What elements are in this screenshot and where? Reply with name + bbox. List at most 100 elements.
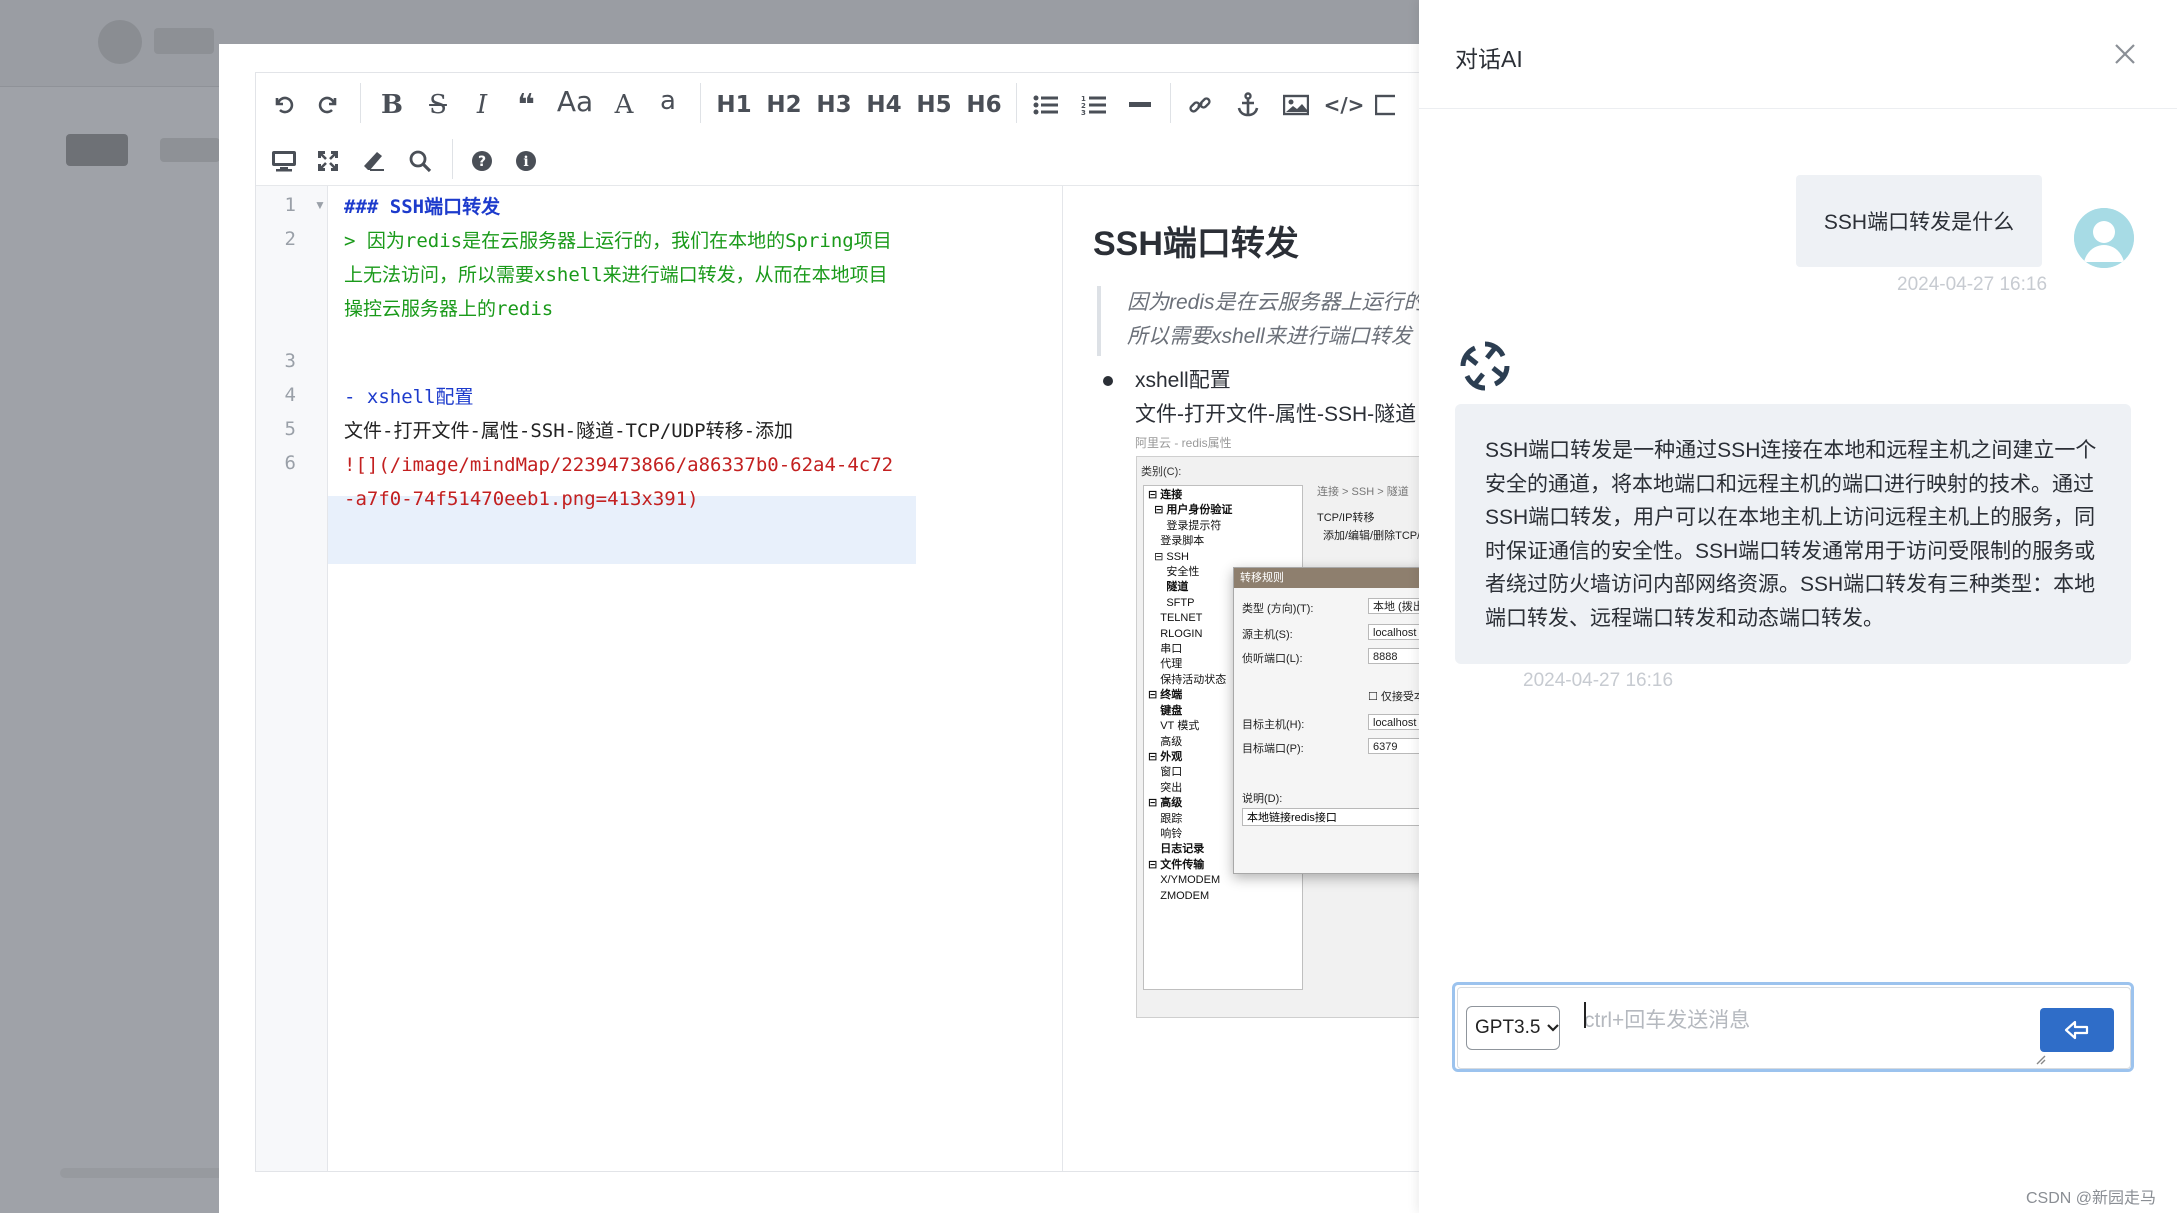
resize-handle-icon[interactable] (2034, 1052, 2046, 1065)
help-icon[interactable]: ? (464, 141, 500, 181)
table-icon[interactable] (1370, 85, 1400, 125)
user-message-time: 2024-04-27 16:16 (1897, 274, 2048, 295)
preview-list-text: 文件-打开文件-属性-SSH-隧道 (1135, 403, 1417, 426)
strikethrough-icon[interactable]: S (420, 85, 456, 125)
description-value: 本地链接redis接口 (1242, 808, 1420, 826)
svg-text:?: ? (478, 154, 486, 170)
ai-message-bubble: SSH端口转发是一种通过SSH连接在本地和远程主机之间建立一个安全的通道，将本地… (1455, 404, 2131, 664)
lowercase-icon[interactable]: a (650, 81, 686, 121)
svg-text:3: 3 (1081, 109, 1086, 116)
code-editor[interactable]: ### SSH端口转发 > 因为redis是在云服务器上运行的，我们在本地的Sp… (328, 186, 916, 1171)
listen-port-value: 8888 (1368, 648, 1420, 664)
line-number: 2 (284, 228, 296, 250)
tcp-forward-label: TCP/IP转移 (1317, 512, 1375, 524)
category-tree-item: 登录提示符 (1148, 519, 1222, 532)
preview-image-caption: 阿里云 - redis属性 (1135, 436, 1232, 450)
undo-icon[interactable] (266, 85, 302, 125)
fullscreen-icon[interactable] (310, 141, 346, 181)
preview-image: 类别(C): ⊟ 连接 ⊟ 用户身份验证 登录提示符 登录脚本 ⊟ SSH 安全… (1136, 456, 1420, 1018)
category-tree-item: 登录脚本 (1148, 535, 1205, 548)
category-tree-item: X/YMODEM (1148, 874, 1221, 887)
chevron-down-icon (1546, 1020, 1560, 1036)
anchor-icon[interactable] (1230, 85, 1266, 125)
chat-message-input[interactable] (1576, 990, 2016, 1062)
csdn-watermark: CSDN @新园走马 (2026, 1190, 2157, 1207)
toolbar-separator (452, 139, 453, 179)
tcp-forward-desc: 添加/编辑/删除TCP/ (1323, 530, 1420, 542)
category-tree-item: ⊟ 连接 (1148, 489, 1183, 501)
code-image-url: (/image/mindMap/2239473866/a86337b0-62a4… (344, 454, 894, 510)
ai-message-time: 2024-04-27 16:16 (1523, 670, 1674, 691)
chat-input-box: GPT3.5 (1457, 987, 2131, 1069)
uppercase-icon[interactable]: A (606, 85, 642, 125)
user-message-bubble: SSH端口转发是什么 (1796, 175, 2042, 267)
code-icon[interactable]: </> (1324, 85, 1365, 125)
category-label: 类别(C): (1141, 466, 1182, 478)
line-number: 3 (284, 350, 296, 372)
ai-logo-icon (1455, 336, 1515, 396)
code-line-image: ![](/image/mindMap/2239473866/a86337b0-6… (344, 448, 904, 516)
redo-icon[interactable] (310, 85, 346, 125)
h5-button[interactable]: H5 (912, 85, 956, 125)
horizontal-rule-icon[interactable] (1122, 85, 1158, 125)
category-tree-item: ZMODEM (1148, 889, 1210, 902)
h6-button[interactable]: H6 (962, 85, 1006, 125)
quote-icon[interactable]: ❝ (508, 85, 544, 125)
line-number: 6 (284, 452, 296, 474)
toolbar-separator (360, 83, 361, 123)
ai-chat-drawer: 对话AI SSH端口转发是什么 2024-04-27 16:16 SSH端口转发… (1419, 0, 2177, 1213)
target-host-label: 目标主机(H): (1242, 719, 1305, 731)
category-tree-item: ⊟ 用户身份验证 (1148, 504, 1233, 517)
model-select-value: GPT3.5 (1475, 1017, 1541, 1038)
image-icon[interactable] (1278, 85, 1314, 125)
preview-heading: SSH端口转发 (1093, 225, 1299, 263)
drawer-title: 对话AI (1455, 46, 1523, 72)
app-logo-text (154, 28, 214, 54)
code-line-heading: ### SSH端口转发 (344, 196, 501, 218)
editor-toolbar: B S I ❝ Aa A a H1 H2 H3 H4 H5 H6 123 </>… (256, 73, 1420, 186)
code-line-quote: > 因为redis是在云服务器上运行的，我们在本地的Spring项目上无法访问，… (344, 230, 892, 320)
eraser-icon[interactable] (356, 141, 392, 181)
app-tab-active (66, 134, 128, 166)
h4-button[interactable]: H4 (862, 85, 906, 125)
code-line-list: - xshell配置 (344, 386, 474, 408)
info-icon[interactable]: i (508, 141, 544, 181)
ordered-list-icon[interactable]: 123 (1076, 85, 1112, 125)
send-arrow-icon (2064, 1020, 2089, 1040)
preview-quote-line: 所以需要xshell来进行端口转发 (1127, 325, 1412, 348)
italic-icon[interactable]: I (464, 85, 500, 125)
code-line-text: 文件-打开文件-属性-SSH-隧道-TCP/UDP转移-添加 (344, 420, 794, 442)
line-number-gutter: 1 ▼ 2 3 4 5 6 (256, 186, 328, 1171)
send-button[interactable] (2040, 1008, 2114, 1052)
drawer-header: 对话AI (1419, 0, 2177, 109)
search-icon[interactable] (402, 141, 438, 181)
h1-button[interactable]: H1 (712, 85, 756, 125)
bold-icon[interactable]: B (374, 85, 410, 125)
toolbar-separator (1016, 83, 1017, 123)
font-size-icon[interactable]: Aa (552, 81, 598, 121)
type-value: 本地 (拨出) (1368, 598, 1420, 614)
chat-input-area: GPT3.5 (1452, 982, 2134, 1072)
target-port-label: 目标端口(P): (1242, 743, 1304, 755)
fold-arrow-icon[interactable]: ▼ (314, 198, 326, 212)
toolbar-separator (1170, 83, 1171, 123)
user-avatar (2074, 208, 2134, 268)
markdown-editor: B S I ❝ Aa A a H1 H2 H3 H4 H5 H6 123 </>… (255, 72, 1421, 1172)
line-number: 1 (284, 194, 296, 216)
model-select[interactable]: GPT3.5 (1466, 1006, 1560, 1050)
target-port-value: 6379 (1368, 738, 1420, 754)
source-host-value: localhost (1368, 624, 1420, 640)
category-tree-item: ⊟ SSH (1148, 550, 1190, 563)
h2-button[interactable]: H2 (762, 85, 806, 125)
forward-rule-dialog: 转移规则 类型 (方向)(T): 本地 (拨出) 源主机(S): localho… (1233, 567, 1420, 874)
toolbar-separator (700, 83, 701, 123)
markdown-preview: SSH端口转发 因为redis是在云服务器上运行的 所以需要xshell来进行端… (1063, 186, 1420, 1171)
unordered-list-icon[interactable] (1028, 85, 1064, 125)
h3-button[interactable]: H3 (812, 85, 856, 125)
close-icon[interactable] (2107, 36, 2143, 72)
source-host-label: 源主机(S): (1242, 629, 1293, 641)
preview-icon[interactable] (266, 141, 302, 181)
code-image-bang: ![] (344, 454, 379, 476)
accept-local-label: 仅接受本 (1380, 691, 1420, 703)
link-icon[interactable] (1182, 85, 1218, 125)
